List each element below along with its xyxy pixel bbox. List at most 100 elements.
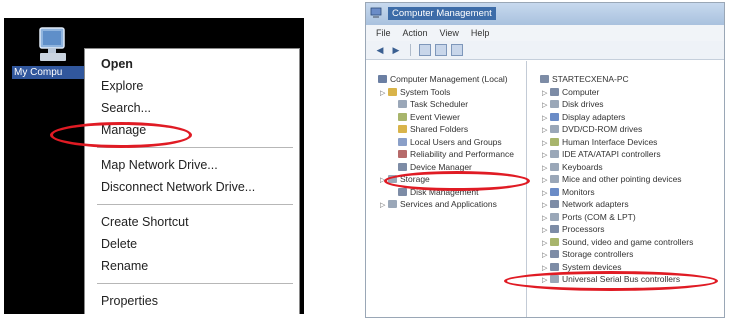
storage-controllers-highlight-circle <box>504 271 718 291</box>
expand-arrow-icon[interactable]: ▷ <box>542 175 550 186</box>
expand-arrow-icon[interactable]: ▷ <box>542 113 550 124</box>
tree-item-label: Mice and other pointing devices <box>562 174 682 184</box>
tree-item-label: Computer Management (Local) <box>390 74 508 84</box>
tree-item[interactable]: ▷ Disk drives <box>528 98 724 111</box>
tree-item[interactable]: Local Users and Groups <box>366 136 526 149</box>
computer-management-icon <box>370 7 382 18</box>
desktop-icon-label: My Compu <box>12 66 84 79</box>
toolbar-separator <box>410 44 411 56</box>
tree-item-label: Human Interface Devices <box>562 136 658 147</box>
tree-item-label: System Tools <box>400 86 451 97</box>
properties-icon[interactable] <box>435 44 447 56</box>
menu-item-rename[interactable]: Rename <box>85 255 299 277</box>
expand-arrow-icon[interactable]: ▷ <box>542 138 550 149</box>
expand-arrow-icon[interactable]: ▷ <box>542 225 550 236</box>
tree-node-icon <box>398 150 407 158</box>
expand-arrow-icon[interactable]: ▷ <box>542 238 550 249</box>
folder-icon[interactable] <box>419 44 431 56</box>
menu-item-search[interactable]: Search... <box>85 97 299 119</box>
tree-item[interactable]: ▷ Mice and other pointing devices <box>528 173 724 186</box>
desktop-context-menu-screenshot: My Compu Open Explore Search... Manage Map N… <box>4 18 304 314</box>
tree-node-icon <box>398 100 407 108</box>
tree-item[interactable]: Computer Management (Local) <box>366 73 526 86</box>
tree-item[interactable]: ▷ Storage controllers <box>528 248 724 261</box>
tree-item-label: System devices <box>562 261 622 272</box>
expand-arrow-icon[interactable]: ▷ <box>542 213 550 224</box>
tree-item-label: Sound, video and game controllers <box>562 236 694 247</box>
tree-node-icon <box>550 125 559 133</box>
tree-item-label: Task Scheduler <box>410 99 469 109</box>
tree-item[interactable]: ▷ Keyboards <box>528 161 724 174</box>
menu-item-disconnect-network-drive[interactable]: Disconnect Network Drive... <box>85 176 299 198</box>
tree-item[interactable]: ▷ Sound, video and game controllers <box>528 236 724 249</box>
tree-item-label: Network adapters <box>562 199 629 209</box>
tree-node-icon <box>398 125 407 133</box>
menu-bar: File Action View Help <box>366 25 724 41</box>
tree-item-label: Reliability and Performance <box>410 149 514 159</box>
menu-help[interactable]: Help <box>471 25 490 41</box>
expand-arrow-icon[interactable]: ▷ <box>542 188 550 199</box>
expand-arrow-icon[interactable]: ▷ <box>542 200 550 211</box>
menu-item-properties[interactable]: Properties <box>85 290 299 312</box>
tree-item-label: STARTECXENA-PC <box>552 74 629 84</box>
menu-view[interactable]: View <box>440 25 459 41</box>
tree-item-label: IDE ATA/ATAPI controllers <box>562 149 661 159</box>
computer-management-window: Computer Management File Action View Help ◀… <box>365 2 725 318</box>
tree-item[interactable]: Task Scheduler <box>366 98 526 111</box>
tree-item-label: Display adapters <box>562 111 626 122</box>
tree-node-icon <box>550 225 559 233</box>
tree-item-label: Shared Folders <box>410 124 469 134</box>
expand-arrow-icon[interactable]: ▷ <box>380 200 388 211</box>
tree-node-icon <box>550 250 559 258</box>
tree-item[interactable]: ▷ Network adapters <box>528 198 724 211</box>
tree-node-icon <box>550 150 559 158</box>
tree-item[interactable]: ▷ Services and Applications <box>366 198 526 211</box>
tree-item[interactable]: ▷ Human Interface Devices <box>528 136 724 149</box>
expand-arrow-icon[interactable]: ▷ <box>542 150 550 161</box>
tree-item[interactable]: ▷ DVD/CD-ROM drives <box>528 123 724 136</box>
expand-arrow-icon[interactable]: ▷ <box>542 88 550 99</box>
tree-item[interactable]: Shared Folders <box>366 123 526 136</box>
tree-item[interactable]: ▷ Display adapters <box>528 111 724 124</box>
tree-node-icon <box>550 162 559 171</box>
tree-node-icon <box>378 75 387 83</box>
tree-item[interactable]: ▷ IDE ATA/ATAPI controllers <box>528 148 724 161</box>
tree-node-icon <box>398 162 407 171</box>
tree-item-label: Ports (COM & LPT) <box>562 211 636 222</box>
menu-item-delete[interactable]: Delete <box>85 233 299 255</box>
tree-node-icon <box>388 87 397 96</box>
tree-item[interactable]: Event Viewer <box>366 111 526 124</box>
forward-arrow-icon[interactable]: ▶ <box>390 44 402 56</box>
tree-item-label: Event Viewer <box>410 111 460 122</box>
expand-arrow-icon[interactable]: ▷ <box>542 263 550 274</box>
tree-node-icon <box>540 75 549 83</box>
menu-item-explore[interactable]: Explore <box>85 75 299 97</box>
menu-item-map-network-drive[interactable]: Map Network Drive... <box>85 154 299 176</box>
tree-item[interactable]: ▷ Monitors <box>528 186 724 199</box>
tree-item[interactable]: ▷ Ports (COM & LPT) <box>528 211 724 224</box>
menu-item-open[interactable]: Open <box>85 53 299 75</box>
tree-node-icon <box>398 137 407 146</box>
back-arrow-icon[interactable]: ◀ <box>374 44 386 56</box>
expand-arrow-icon[interactable]: ▷ <box>380 88 388 99</box>
my-computer-desktop-item[interactable]: My Compu <box>12 24 84 94</box>
help-icon[interactable] <box>451 44 463 56</box>
tree-node-icon <box>550 187 559 196</box>
menu-file[interactable]: File <box>376 25 391 41</box>
tree-item[interactable]: STARTECXENA-PC <box>528 73 724 86</box>
tree-item[interactable]: Reliability and Performance <box>366 148 526 161</box>
device-manager-highlight-circle <box>384 171 530 191</box>
expand-arrow-icon[interactable]: ▷ <box>542 250 550 261</box>
expand-arrow-icon[interactable]: ▷ <box>542 100 550 111</box>
menu-action[interactable]: Action <box>403 25 428 41</box>
tree-item[interactable]: ▷ System Tools <box>366 86 526 99</box>
tree-item[interactable]: ▷ Computer <box>528 86 724 99</box>
expand-arrow-icon[interactable]: ▷ <box>542 163 550 174</box>
expand-arrow-icon[interactable]: ▷ <box>542 125 550 136</box>
tree-node-icon <box>550 87 559 96</box>
menu-item-create-shortcut[interactable]: Create Shortcut <box>85 211 299 233</box>
computer-icon <box>39 27 66 61</box>
tree-item[interactable]: ▷ Processors <box>528 223 724 236</box>
tree-node-icon <box>398 112 407 121</box>
tree-item-label: Monitors <box>562 186 595 197</box>
